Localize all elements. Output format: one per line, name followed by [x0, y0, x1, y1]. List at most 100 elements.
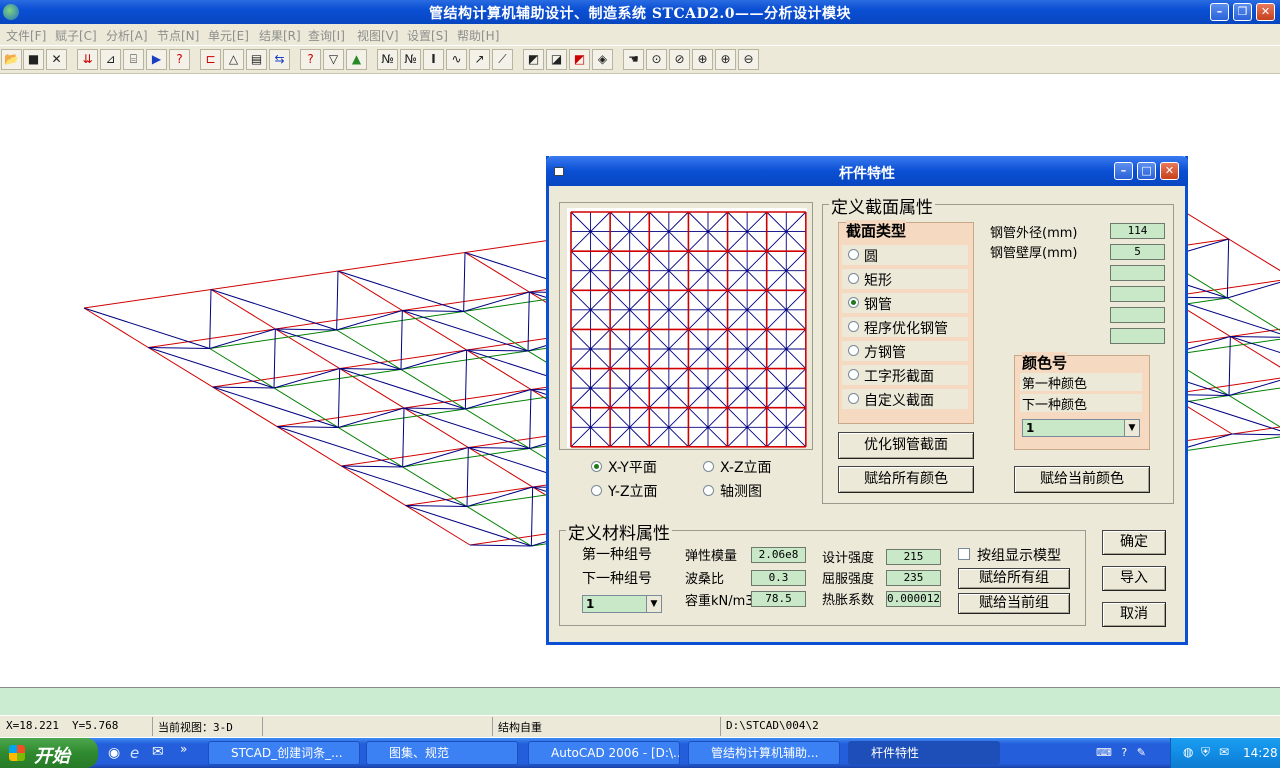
image-icon[interactable]: ▤	[246, 49, 267, 70]
render-icon[interactable]: ◈	[592, 49, 613, 70]
dialog-maximize-button[interactable]: □	[1137, 162, 1156, 180]
view-xz-radio[interactable]	[703, 461, 714, 472]
poisson-ratio-field[interactable]: 0.3	[751, 570, 806, 586]
section-type-option[interactable]: 方钢管	[842, 341, 968, 361]
menu-assign[interactable]: 赋子[C]	[55, 27, 97, 44]
pan-icon[interactable]: ☚	[623, 49, 644, 70]
line-icon[interactable]: ↗	[469, 49, 490, 70]
zoom-window-icon[interactable]: ⊙	[646, 49, 667, 70]
view-yz-radio[interactable]	[591, 485, 602, 496]
cube-side-icon[interactable]: ◪	[546, 49, 567, 70]
section-type-radio[interactable]	[848, 393, 859, 404]
cancel-button[interactable]: 取消	[1102, 602, 1166, 627]
move-icon[interactable]: ⇆	[269, 49, 290, 70]
dialog-minimize-button[interactable]: –	[1114, 162, 1133, 180]
close-button[interactable]: ✕	[1256, 3, 1275, 21]
section-type-radio[interactable]	[848, 297, 859, 308]
import-button[interactable]: 导入	[1102, 566, 1166, 591]
section-type-option[interactable]: 程序优化钢管	[842, 317, 968, 337]
unit-weight-field[interactable]: 78.5	[751, 591, 806, 607]
taskbar-item-autocad[interactable]: AutoCAD 2006 - [D:\...	[528, 741, 680, 765]
run-icon[interactable]: ▶	[146, 49, 167, 70]
clock[interactable]: 14:28	[1243, 746, 1278, 760]
taskbar-item-stcad-entry[interactable]: STCAD_创建词条_...	[208, 741, 360, 765]
curve-icon[interactable]: ∿	[446, 49, 467, 70]
dialog-title-bar[interactable]: 杆件特性 – □ ✕	[546, 156, 1188, 186]
node-number-icon[interactable]: №	[377, 49, 398, 70]
view-axonometric-radio[interactable]	[703, 485, 714, 496]
first-group-button[interactable]: 第一种组号	[582, 544, 662, 563]
ok-button[interactable]: 确定	[1102, 530, 1166, 555]
filter-icon[interactable]: ▽	[323, 49, 344, 70]
query-icon[interactable]: ?	[300, 49, 321, 70]
load-icon[interactable]: ⇊	[77, 49, 98, 70]
taskbar-item-stcad-app[interactable]: 管结构计算机辅助...	[688, 741, 840, 765]
assign-current-color-button[interactable]: 赋给当前颜色	[1014, 466, 1150, 493]
check-icon[interactable]: ?	[169, 49, 190, 70]
restore-button[interactable]: ❐	[1233, 3, 1252, 21]
group-number-select[interactable]: 1 ▼	[582, 595, 662, 613]
view-xy-radio[interactable]	[591, 461, 602, 472]
menu-help[interactable]: 帮助[H]	[457, 27, 499, 44]
section-icon[interactable]: ⊏	[200, 49, 221, 70]
section-param-field-4[interactable]	[1110, 286, 1165, 302]
truss-icon[interactable]: ⌸	[123, 49, 144, 70]
outlook-express-icon[interactable]: ✉	[152, 744, 164, 760]
section-type-option[interactable]: 矩形	[842, 269, 968, 289]
zoom-realtime-icon[interactable]: ⊘	[669, 49, 690, 70]
menu-result[interactable]: 结果[R]	[259, 27, 301, 44]
dialog-close-button[interactable]: ✕	[1160, 162, 1179, 180]
ruler-icon[interactable]: ⟋	[492, 49, 513, 70]
command-line[interactable]	[0, 687, 1280, 715]
section-type-radio[interactable]	[848, 273, 859, 284]
section-param-field-3[interactable]	[1110, 265, 1165, 281]
window-title-bar[interactable]: 管结构计算机辅助设计、制造系统 STCAD2.0——分析设计模块 – ❐ ✕	[0, 0, 1280, 24]
next-group-button[interactable]: 下一种组号	[582, 568, 662, 587]
chevron-down-icon[interactable]: ▼	[1124, 420, 1139, 436]
menu-element[interactable]: 单元[E]	[208, 27, 249, 44]
cube-front-icon[interactable]: ◩	[523, 49, 544, 70]
cone-icon[interactable]: △	[223, 49, 244, 70]
section-param-field-5[interactable]	[1110, 307, 1165, 323]
menu-view[interactable]: 视图[V]	[357, 27, 399, 44]
pipe-outer-diameter-field[interactable]: 114	[1110, 223, 1165, 239]
section-type-radio[interactable]	[848, 345, 859, 356]
text-icon[interactable]: I	[423, 49, 444, 70]
keyboard-icon[interactable]: ⌨	[1096, 746, 1112, 759]
assign-current-group-button[interactable]: 赋给当前组	[958, 593, 1070, 614]
menu-settings[interactable]: 设置[S]	[407, 27, 448, 44]
open-icon[interactable]: 📂	[1, 49, 22, 70]
first-color-button[interactable]: 第一种颜色	[1020, 373, 1142, 392]
zoom-extents-icon[interactable]: ⊕	[692, 49, 713, 70]
cube-red-icon[interactable]: ◩	[569, 49, 590, 70]
show-by-group-checkbox[interactable]	[958, 548, 970, 560]
chevron-down-icon[interactable]: ▼	[646, 596, 661, 612]
color-number-select[interactable]: 1 ▼	[1022, 419, 1140, 437]
section-type-radio[interactable]	[848, 369, 859, 380]
assign-all-colors-button[interactable]: 赋给所有颜色	[838, 466, 974, 493]
yield-strength-field[interactable]: 235	[886, 570, 941, 586]
elastic-modulus-field[interactable]: 2.06e8	[751, 547, 806, 563]
taskbar-item-atlas[interactable]: 图集、规范	[366, 741, 518, 765]
zoom-out-icon[interactable]: ⊖	[738, 49, 759, 70]
minimize-button[interactable]: –	[1210, 3, 1229, 21]
section-type-option[interactable]: 工字形截面	[842, 365, 968, 385]
help-icon[interactable]: ?	[1121, 746, 1127, 759]
media-player-icon[interactable]: ◉	[108, 745, 120, 761]
section-param-field-6[interactable]	[1110, 328, 1165, 344]
internet-explorer-icon[interactable]: e	[130, 744, 139, 762]
menu-node[interactable]: 节点[N]	[157, 27, 199, 44]
input-method-icon[interactable]: ✎	[1137, 746, 1146, 759]
section-type-radio[interactable]	[848, 249, 859, 260]
menu-query[interactable]: 查询[I]	[308, 27, 345, 44]
delete-icon[interactable]: ✕	[46, 49, 67, 70]
save-icon[interactable]: ■	[23, 49, 44, 70]
zoom-in-icon[interactable]: ⊕	[715, 49, 736, 70]
optimize-pipe-section-button[interactable]: 优化钢管截面	[838, 432, 974, 459]
section-type-radio[interactable]	[848, 321, 859, 332]
section-type-option[interactable]: 自定义截面	[842, 389, 968, 409]
network-icon[interactable]: ◍	[1183, 745, 1193, 759]
menu-file[interactable]: 文件[F]	[6, 27, 46, 44]
security-icon[interactable]: ⛨	[1201, 745, 1210, 760]
thermal-expansion-field[interactable]: 0.000012	[886, 591, 941, 607]
